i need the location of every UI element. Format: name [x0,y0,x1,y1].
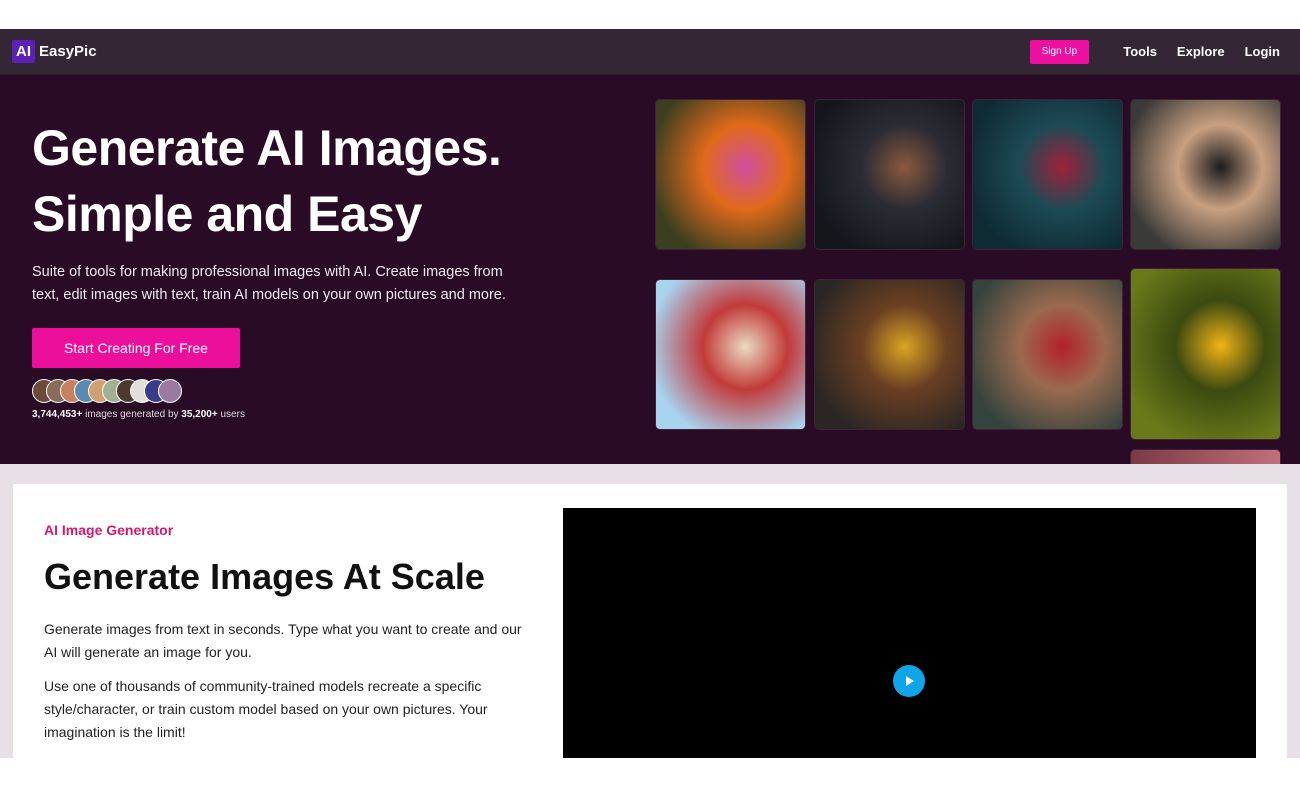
users-count: 35,200+ [181,409,218,420]
woman-red-dress-image[interactable] [972,279,1123,430]
users-text: users [217,409,245,420]
feature-card: AI Image Generator Generate Images At Sc… [13,484,1287,758]
bottom-whitespace [0,758,1300,788]
sign-up-button[interactable]: Sign Up [1029,39,1090,64]
play-button[interactable] [893,665,925,697]
avatar [158,379,182,403]
images-text: images generated by [82,409,182,420]
start-creating-button[interactable]: Start Creating For Free [32,328,240,368]
treasure-chest-image[interactable] [814,279,965,430]
hero-subtitle: Suite of tools for making professional i… [32,264,506,303]
images-count: 3,744,453+ [32,409,83,420]
top-whitespace [0,0,1300,29]
hero-title-line1: Generate AI Images. [32,120,502,176]
section-paragraph-1: Generate images from text in seconds. Ty… [44,621,522,660]
logo[interactable]: AI EasyPic [12,40,97,63]
section-paragraph-2: Use one of thousands of community-traine… [44,678,488,740]
logo-text: EasyPic [39,43,97,60]
hero-section: Generate AI Images. Simple and Easy Suit… [0,75,1300,464]
feature-section: AI Image Generator Generate Images At Sc… [0,464,1300,758]
logo-badge: AI [12,40,35,63]
section-title: Generate Images At Scale [44,556,485,597]
video-player[interactable] [563,508,1256,758]
section-eyebrow: AI Image Generator [44,522,174,538]
bee-on-flower-image[interactable] [1130,268,1281,440]
nav-link-explore[interactable]: Explore [1177,44,1225,59]
partial-gallery-image[interactable] [1130,449,1281,464]
user-avatars [32,379,182,403]
toy-castle-image[interactable] [655,279,806,430]
nav-link-login[interactable]: Login [1245,44,1280,59]
top-navbar: AI EasyPic Sign Up Tools Explore Login [0,29,1300,75]
usage-stats: 3,744,453+ images generated by 35,200+ u… [32,409,245,420]
nav-actions: Sign Up Tools Explore Login [1029,39,1280,64]
smiling-woman-portrait-image[interactable] [1130,99,1281,250]
hero-title: Generate AI Images. Simple and Easy [32,115,502,247]
nav-link-tools[interactable]: Tools [1123,44,1157,59]
woman-night-portrait-image[interactable] [814,99,965,250]
play-icon [906,676,914,686]
hero-title-line2: Simple and Easy [32,186,422,242]
neon-city-street-image[interactable] [972,99,1123,250]
butterfly-image[interactable] [655,99,806,250]
